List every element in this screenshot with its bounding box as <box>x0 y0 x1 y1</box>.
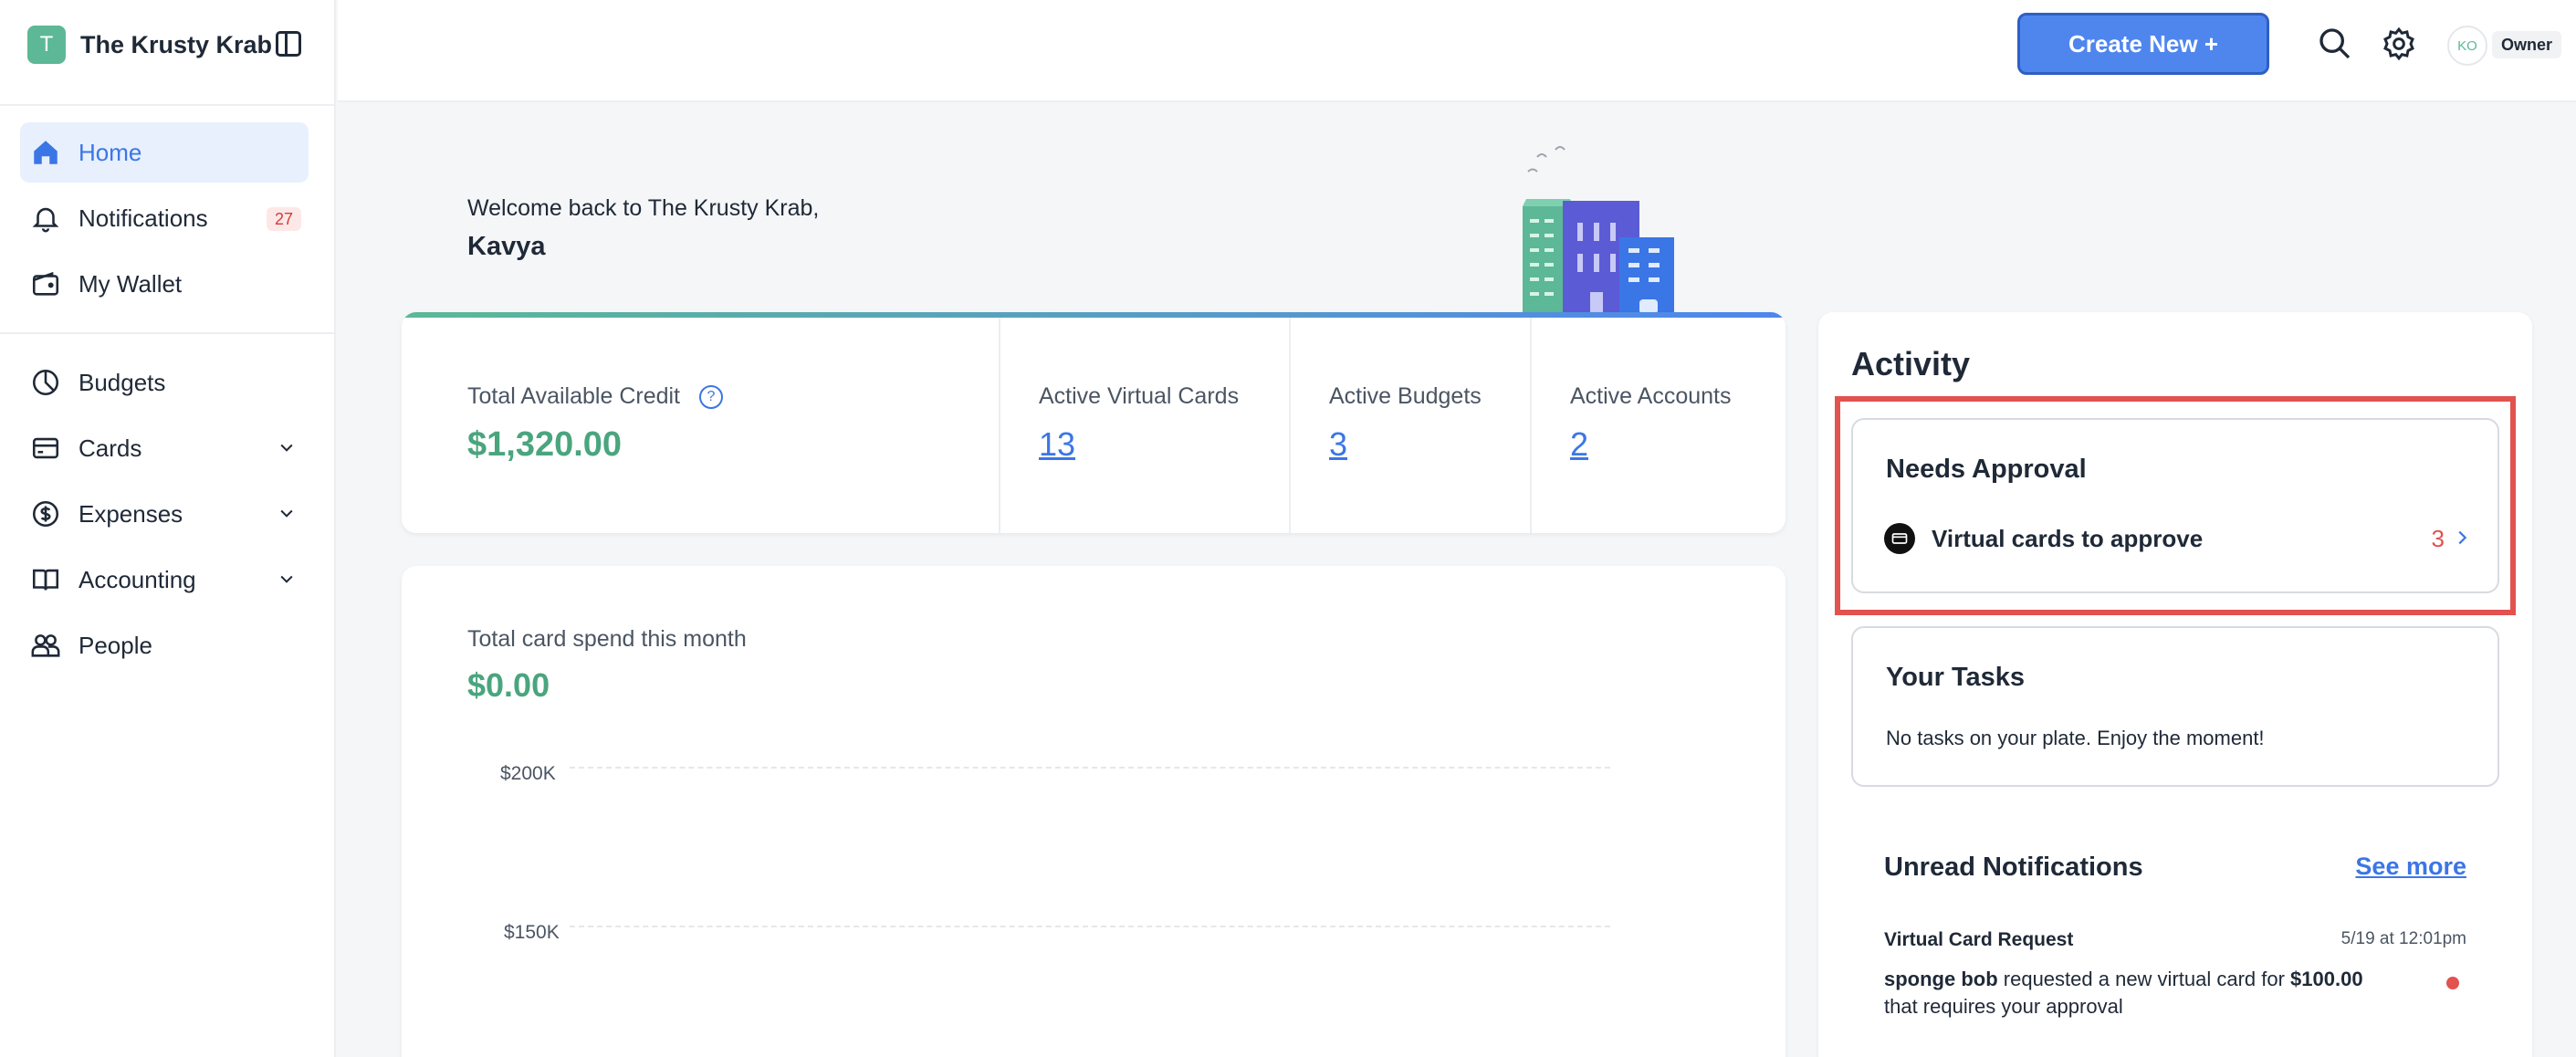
unread-notifications-title: Unread Notifications <box>1884 853 2143 882</box>
your-tasks-card: Your Tasks No tasks on your plate. Enjoy… <box>1851 626 2499 787</box>
pie-chart-icon <box>29 366 62 399</box>
active-budgets-link[interactable]: 3 <box>1329 425 1347 464</box>
notification-text: requested a new virtual card for <box>1997 968 2291 990</box>
activity-panel: Activity Needs Approval Virtual cards to… <box>1818 312 2532 1057</box>
your-tasks-title: Your Tasks <box>1886 663 2026 692</box>
approve-row-label: Virtual cards to approve <box>1932 524 2204 552</box>
sidebar-item-label: People <box>79 631 152 659</box>
stat-divider <box>1289 318 1291 533</box>
grid-line <box>570 767 1610 769</box>
sidebar-item-accounting[interactable]: Accounting <box>20 549 309 610</box>
dollar-circle-icon <box>29 497 62 530</box>
chevron-down-icon[interactable] <box>277 504 296 522</box>
notification-actor: sponge bob <box>1884 968 1998 990</box>
stat-divider <box>1530 318 1532 533</box>
active-budgets-label: Active Budgets <box>1329 383 1482 409</box>
search-icon[interactable] <box>2317 26 2353 62</box>
sidebar-item-label: My Wallet <box>79 269 183 298</box>
avatar[interactable]: KO <box>2447 26 2487 66</box>
notification-count-badge: 27 <box>267 207 301 231</box>
sidebar-collapse-icon[interactable] <box>276 31 301 57</box>
active-cards-label: Active Virtual Cards <box>1039 383 1240 409</box>
sidebar-item-budgets[interactable]: Budgets <box>20 352 309 413</box>
stats-card: Total Available Credit ? $1,320.00 Activ… <box>402 312 1785 533</box>
approve-count: 3 <box>2431 524 2445 552</box>
activity-title: Activity <box>1851 345 1971 382</box>
gear-icon[interactable] <box>2381 26 2417 62</box>
tasks-empty-message: No tasks on your plate. Enjoy the moment… <box>1886 727 2265 749</box>
bell-icon <box>29 202 62 235</box>
sidebar-item-label: Notifications <box>79 204 208 232</box>
grid-line <box>570 926 1610 927</box>
y-axis-tick: $150K <box>504 922 560 943</box>
book-icon <box>29 563 62 596</box>
sidebar-item-home[interactable]: Home <box>20 122 309 183</box>
card-spend-chart-card: Total card spend this month $0.00 $200K … <box>402 566 1785 1057</box>
see-more-link[interactable]: See more <box>2355 853 2466 881</box>
sidebar-divider <box>0 332 336 334</box>
top-bar: Create New + KO Owner <box>338 0 2576 102</box>
active-cards-link[interactable]: 13 <box>1039 425 1075 464</box>
stats-accent-bar <box>402 312 1785 318</box>
card-icon <box>1884 523 1915 554</box>
spend-value: $0.00 <box>467 666 550 704</box>
chevron-down-icon[interactable] <box>277 438 296 456</box>
chevron-right-icon <box>2458 530 2467 545</box>
y-axis-tick: $200K <box>500 763 556 784</box>
active-accounts-link[interactable]: 2 <box>1570 425 1588 464</box>
credit-card-icon <box>29 432 62 465</box>
sidebar-item-people[interactable]: People <box>20 615 309 675</box>
total-credit-value: $1,320.00 <box>467 425 623 464</box>
info-icon[interactable]: ? <box>699 385 723 409</box>
sidebar-item-label: Home <box>79 138 142 166</box>
create-new-button[interactable]: Create New + <box>2017 13 2269 75</box>
spend-label: Total card spend this month <box>467 626 747 652</box>
notification-timestamp: 5/19 at 12:01pm <box>2340 929 2466 948</box>
sidebar: T The Krusty Krab Home Notifications 27 … <box>0 0 336 1057</box>
org-avatar: T <box>27 26 66 64</box>
building-illustration-icon <box>1523 146 1674 314</box>
sidebar-item-label: Budgets <box>79 368 166 396</box>
welcome-message: Welcome back to The Krusty Krab, <box>467 195 820 221</box>
sidebar-item-expenses[interactable]: Expenses <box>20 484 309 544</box>
role-badge: Owner <box>2492 31 2562 58</box>
welcome-user-name: Kavya <box>467 232 546 261</box>
needs-approval-card: Needs Approval Virtual cards to approve … <box>1851 418 2499 593</box>
sidebar-item-label: Cards <box>79 434 142 462</box>
sidebar-item-cards[interactable]: Cards <box>20 418 309 478</box>
needs-approval-title: Needs Approval <box>1886 455 2087 484</box>
virtual-cards-approve-row[interactable]: Virtual cards to approve 3 <box>1884 522 2472 555</box>
notification-body: sponge bob requested a new virtual card … <box>1884 966 2395 1020</box>
people-icon <box>29 629 62 662</box>
stat-divider <box>999 318 1000 533</box>
notification-title[interactable]: Virtual Card Request <box>1884 929 2073 951</box>
sidebar-divider <box>0 104 336 106</box>
chevron-down-icon[interactable] <box>277 570 296 588</box>
home-icon <box>29 136 62 169</box>
notification-amount: $100.00 <box>2290 968 2363 990</box>
sidebar-item-label: Accounting <box>79 565 196 593</box>
wallet-icon <box>29 267 62 300</box>
unread-dot <box>2446 977 2459 989</box>
org-name: The Krusty Krab <box>80 30 273 58</box>
org-switcher[interactable]: T The Krusty Krab <box>27 26 272 64</box>
sidebar-item-label: Expenses <box>79 499 183 528</box>
total-credit-label: Total Available Credit <box>467 383 681 409</box>
notification-text: that requires your approval <box>1884 995 2123 1018</box>
sidebar-item-notifications[interactable]: Notifications 27 <box>20 188 309 248</box>
sidebar-item-my-wallet[interactable]: My Wallet <box>20 254 309 314</box>
active-accounts-label: Active Accounts <box>1570 383 1732 409</box>
